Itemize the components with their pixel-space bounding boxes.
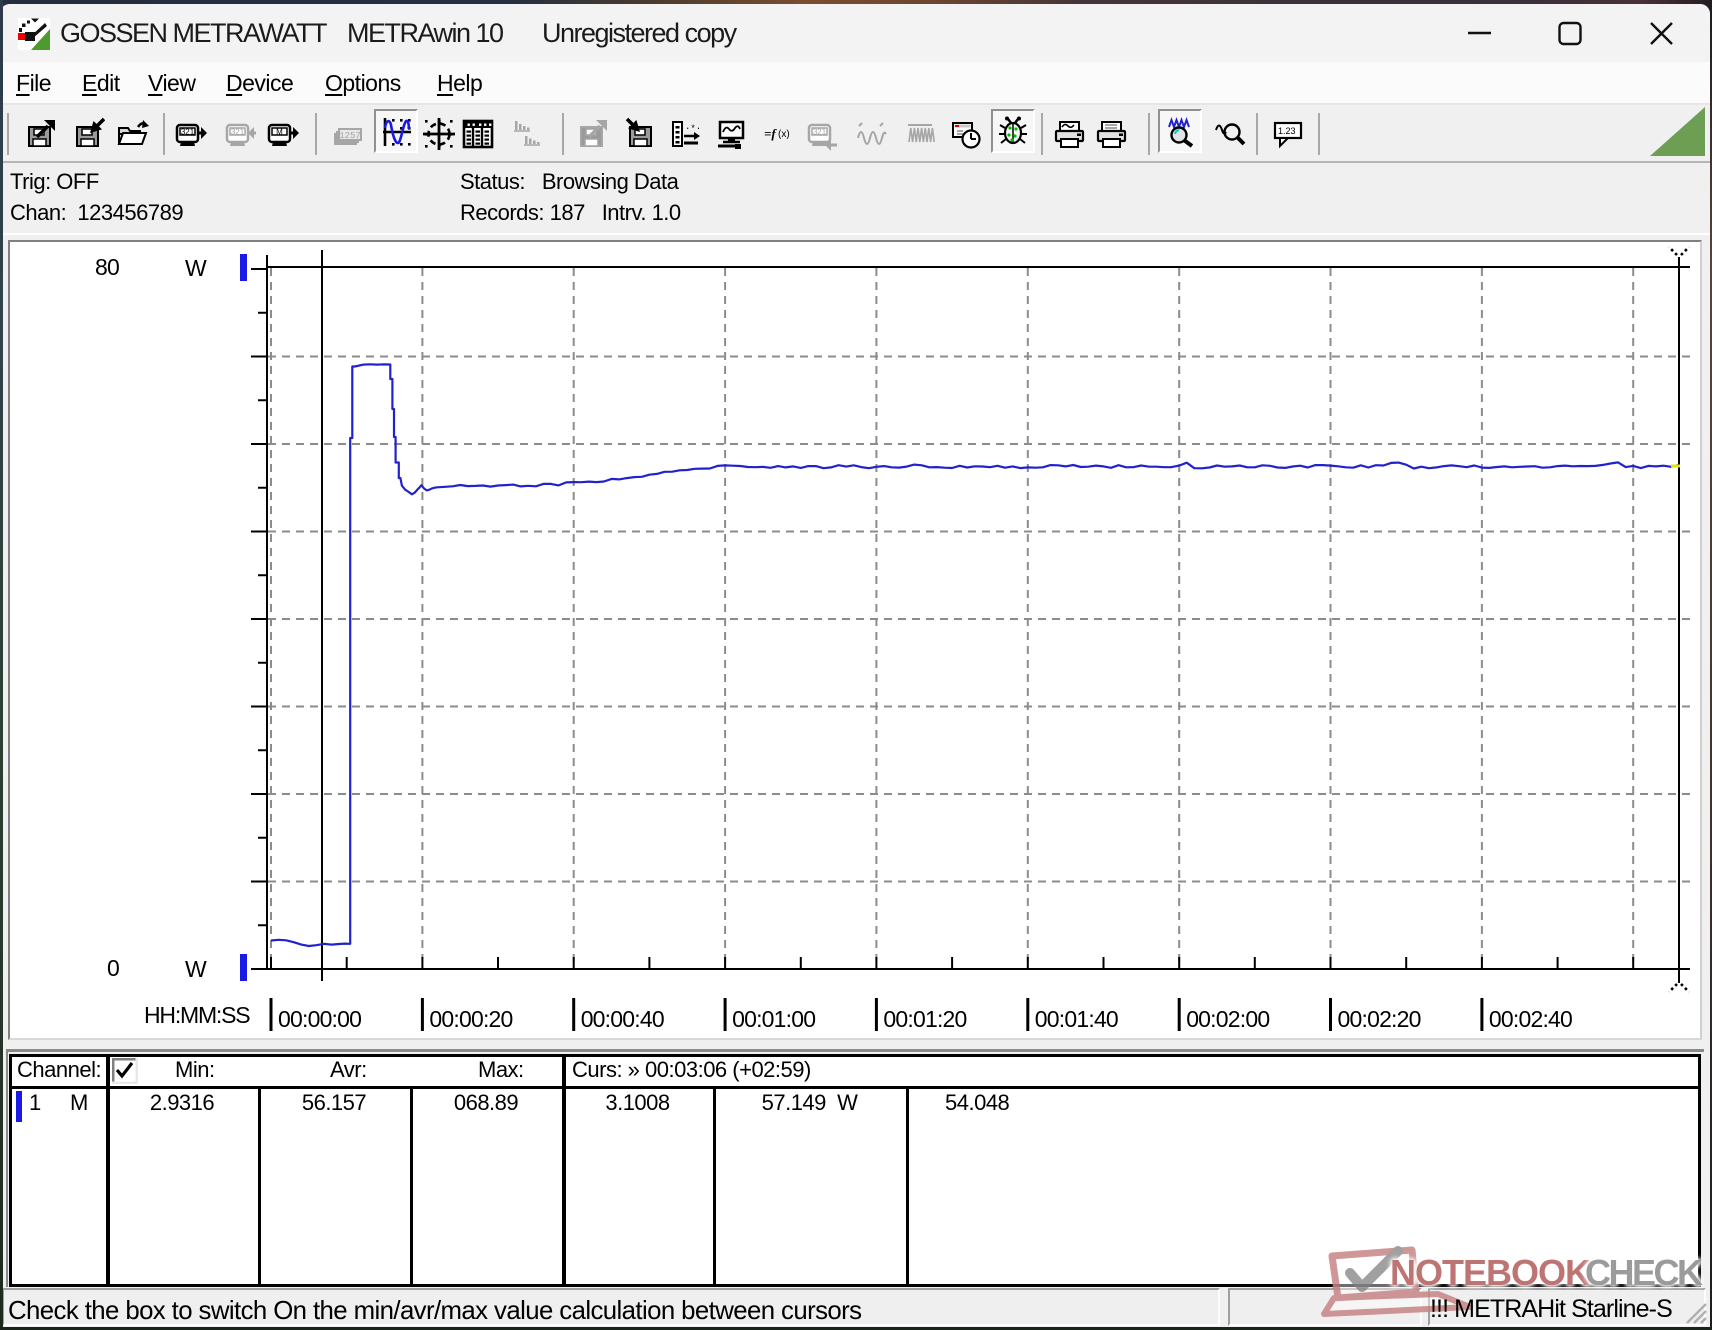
svg-text:00:02:00: 00:02:00 [1186,1006,1269,1032]
svg-text:W: W [185,956,207,982]
svg-text:321: 321 [813,128,827,137]
svg-text:·*·: ·*· [685,124,701,134]
svg-text:=f: =f [764,126,777,141]
svg-text:80: 80 [95,254,119,280]
svg-text:00:01:40: 00:01:40 [1035,1006,1118,1032]
svg-text:00:01:00: 00:01:00 [732,1006,815,1032]
svg-text:(x): (x) [778,129,790,140]
svg-text:321: 321 [231,128,245,137]
svg-text:1.23: 1.23 [1278,126,1296,136]
svg-text:W: W [185,255,207,281]
svg-text:00:00:20: 00:00:20 [429,1006,512,1032]
svg-text:00:01:20: 00:01:20 [883,1006,966,1032]
svg-text:1257: 1257 [339,131,361,141]
svg-text:HH:MM:SS: HH:MM:SS [144,1002,250,1028]
svg-text:321: 321 [181,128,195,137]
svg-text:00:00:40: 00:00:40 [581,1006,664,1032]
svg-text:00:00:00: 00:00:00 [278,1006,361,1032]
svg-text:0: 0 [107,955,119,981]
svg-text:M: M [276,128,283,137]
svg-text:00:02:20: 00:02:20 [1338,1006,1421,1032]
svg-text:00:02:40: 00:02:40 [1489,1006,1572,1032]
